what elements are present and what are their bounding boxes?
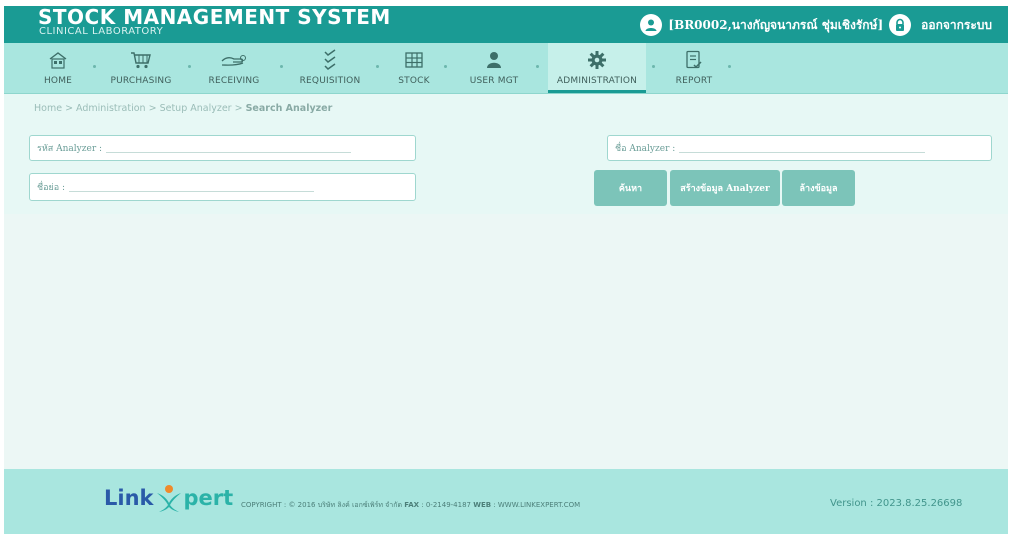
gear-icon	[587, 50, 607, 70]
nav-label-purchasing: PURCHASING	[110, 76, 172, 86]
report-icon	[685, 50, 703, 70]
lock-icon[interactable]	[889, 14, 912, 36]
analyzer-code-field[interactable]: รหัส Analyzer :	[29, 135, 416, 161]
fax-label: FAX	[404, 501, 420, 509]
nav-home[interactable]: HOME	[30, 43, 86, 93]
search-panel: Home > Administration > Setup Analyzer >…	[4, 94, 1008, 214]
linkexpert-logo: Link pert	[104, 483, 233, 513]
nav-separator	[188, 65, 191, 68]
cart-icon	[130, 50, 152, 70]
hand-icon	[221, 50, 247, 70]
nav-separator	[280, 65, 283, 68]
clear-button[interactable]: ล้างข้อมูล	[782, 170, 855, 206]
active-tab-indicator	[548, 90, 646, 93]
copyright-owner: COPYRIGHT : © 2016 บริษัท ลิงค์ เอกซ์เพิ…	[241, 501, 402, 509]
nav-report[interactable]: REPORT	[668, 43, 720, 93]
app-header: STOCK MANAGEMENT SYSTEM CLINICAL LABORAT…	[4, 5, 1008, 43]
nav-administration[interactable]: ADMINISTRATION	[548, 43, 646, 93]
analyzer-name-input[interactable]	[679, 151, 926, 153]
nav-label-report: REPORT	[675, 76, 713, 86]
grid-icon	[404, 50, 424, 70]
web-label: WEB	[473, 501, 492, 509]
checklist-icon	[323, 49, 337, 70]
breadcrumb: Home > Administration > Setup Analyzer >…	[34, 103, 332, 114]
copyright-text: COPYRIGHT : © 2016 บริษัท ลิงค์ เอกซ์เพิ…	[241, 500, 580, 511]
version-text: Version : 2023.8.25.26698	[830, 498, 963, 509]
short-name-label: ชื่อย่อ :	[37, 183, 66, 193]
logo-text-pert: pert	[183, 486, 234, 510]
nav-separator	[93, 65, 96, 68]
analyzer-name-label: ชื่อ Analyzer :	[615, 144, 676, 154]
home-icon	[48, 50, 68, 70]
nav-stock[interactable]: STOCK	[389, 43, 439, 93]
logout-link[interactable]: ออกจากระบบ	[921, 16, 992, 35]
nav-separator	[444, 65, 447, 68]
analyzer-code-input[interactable]	[106, 151, 352, 153]
nav-label-receiving: RECEIVING	[208, 76, 260, 86]
logo-x-icon	[156, 485, 181, 512]
footer: Link pert COPYRIGHT : © 2016 บริษัท ลิงค…	[4, 469, 1008, 534]
user-name: [BR0002,นางกัญจนาภรณ์ ชุ่มเชิงรักษ์]	[668, 17, 884, 32]
nav-requisition[interactable]: REQUISITION	[290, 43, 370, 93]
main-nav: HOME PURCHASING RECEIVING REQUISITION ST…	[4, 43, 1008, 94]
user-area: [BR0002,นางกัญจนาภรณ์ ชุ่มเชิงรักษ์] ออก…	[640, 14, 992, 36]
analyzer-code-label: รหัส Analyzer :	[37, 144, 103, 154]
nav-user-mgt[interactable]: USER MGT	[459, 43, 529, 93]
nav-separator	[652, 65, 655, 68]
nav-label-administration: ADMINISTRATION	[556, 76, 638, 86]
fax-number: : 0-2149-4187	[421, 501, 471, 509]
nav-label-stock: STOCK	[398, 76, 430, 86]
short-name-input[interactable]	[69, 190, 315, 192]
logo-text-link: Link	[104, 486, 154, 510]
nav-label-user-mgt: USER MGT	[469, 76, 519, 86]
web-url[interactable]: : WWW.LINKEXPERT.COM	[493, 501, 580, 509]
nav-label-home: HOME	[43, 76, 73, 86]
user-icon	[640, 14, 663, 36]
short-name-field[interactable]: ชื่อย่อ :	[29, 173, 416, 201]
nav-purchasing[interactable]: PURCHASING	[103, 43, 179, 93]
nav-separator	[536, 65, 539, 68]
nav-label-requisition: REQUISITION	[299, 76, 361, 86]
nav-separator	[728, 65, 731, 68]
app-subtitle: CLINICAL LABORATORY	[39, 26, 164, 37]
create-analyzer-button[interactable]: สร้างข้อมูล Analyzer	[670, 170, 780, 206]
analyzer-name-field[interactable]: ชื่อ Analyzer :	[607, 135, 992, 161]
nav-receiving[interactable]: RECEIVING	[198, 43, 270, 93]
nav-separator	[376, 65, 379, 68]
search-button[interactable]: ค้นหา	[594, 170, 667, 206]
breadcrumb-path[interactable]: Home > Administration > Setup Analyzer >	[34, 103, 246, 114]
person-icon	[486, 50, 502, 70]
results-area	[4, 214, 1008, 469]
breadcrumb-current: Search Analyzer	[245, 103, 333, 114]
